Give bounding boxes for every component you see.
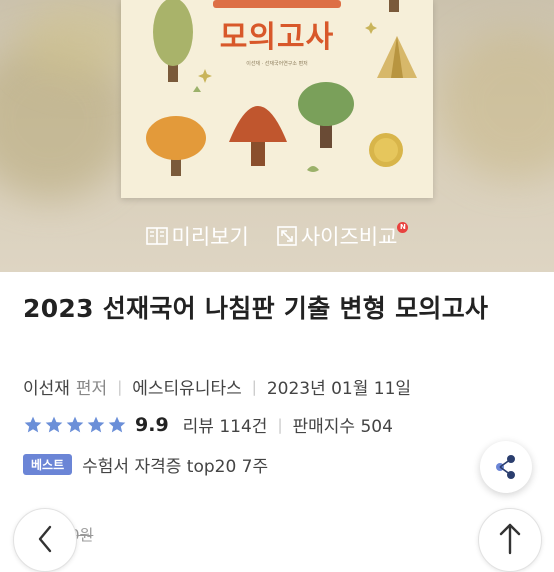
star-icon xyxy=(45,416,63,432)
bestseller-row: 베스트 수험서 자격증 top20 7주 xyxy=(23,452,268,477)
product-meta: 이선재 편저 | 에스티유니타스 | 2023년 01월 11일 xyxy=(23,374,412,400)
review-count[interactable]: 리뷰 114건 xyxy=(183,412,268,437)
rating-row: 9.9 리뷰 114건 | 판매지수 504 xyxy=(23,412,393,437)
best-badge: 베스트 xyxy=(23,454,73,475)
star-icon xyxy=(108,416,126,432)
star-icon xyxy=(24,416,42,432)
resize-icon xyxy=(277,226,297,246)
product-info: 2023 선재국어 나침판 기출 변형 모의고사 이선재 편저 | 에스티유니타… xyxy=(23,272,533,477)
divider: | xyxy=(277,415,283,434)
star-icon xyxy=(87,416,105,432)
preview-label: 미리보기 xyxy=(171,225,249,249)
divider: | xyxy=(117,377,123,396)
scroll-top-button[interactable] xyxy=(478,508,542,572)
divider: | xyxy=(251,377,257,396)
product-image-area: 모의고사 이선재 · 선재국어연구소 편저 미리보기 사이즈비교 N xyxy=(0,0,554,272)
publisher-link[interactable]: 에스티유니타스 xyxy=(132,374,241,399)
cover-subtitle: 이선재 · 선재국어연구소 편저 xyxy=(246,61,308,67)
star-icon xyxy=(66,416,84,432)
author-link[interactable]: 이선재 xyxy=(23,374,70,399)
rating-score: 9.9 xyxy=(135,413,169,436)
size-compare-button[interactable]: 사이즈비교 N xyxy=(277,221,409,251)
book-preview-icon xyxy=(145,226,168,246)
background-blur xyxy=(440,30,554,180)
book-cover[interactable]: 모의고사 이선재 · 선재국어연구소 편저 xyxy=(121,0,433,198)
cover-title: 모의고사 xyxy=(219,20,335,55)
size-compare-label: 사이즈비교 xyxy=(300,225,398,249)
publish-date: 2023년 01월 11일 xyxy=(266,379,412,399)
share-icon xyxy=(480,455,532,497)
best-rank[interactable]: 수험서 자격증 top20 7주 xyxy=(82,452,268,477)
sales-index: 판매지수 504 xyxy=(292,417,393,437)
rating-stars xyxy=(23,415,127,435)
back-button[interactable] xyxy=(13,508,77,572)
new-badge: N xyxy=(397,221,409,233)
share-button[interactable] xyxy=(480,441,532,493)
product-title: 2023 선재국어 나침판 기출 변형 모의고사 xyxy=(23,294,489,323)
author-role: 편저 xyxy=(75,379,108,399)
image-actions: 미리보기 사이즈비교 N xyxy=(0,218,554,254)
preview-button[interactable]: 미리보기 xyxy=(145,221,249,251)
